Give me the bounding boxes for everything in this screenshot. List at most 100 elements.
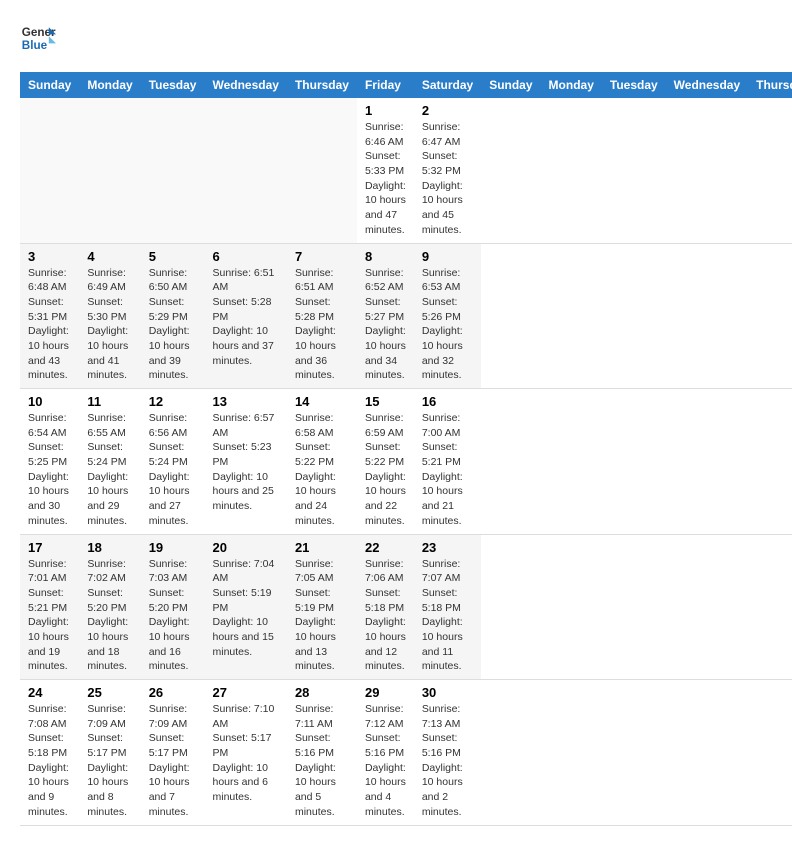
weekday-header-sunday: Sunday bbox=[481, 72, 540, 98]
day-info: Sunrise: 7:11 AM Sunset: 5:16 PM Dayligh… bbox=[295, 702, 349, 820]
calendar-cell bbox=[287, 98, 357, 243]
weekday-header-monday: Monday bbox=[79, 72, 140, 98]
svg-text:Blue: Blue bbox=[22, 39, 48, 52]
calendar-cell: 7 Sunrise: 6:51 AM Sunset: 5:28 PM Daylig… bbox=[287, 243, 357, 389]
calendar-cell: 1Sunrise: 6:46 AM Sunset: 5:33 PM Daylig… bbox=[357, 98, 414, 243]
day-info: Sunrise: 6:53 AM Sunset: 5:26 PM Dayligh… bbox=[422, 266, 473, 384]
calendar-week-1: 1Sunrise: 6:46 AM Sunset: 5:33 PM Daylig… bbox=[20, 98, 792, 243]
day-number: 11 bbox=[87, 394, 132, 409]
calendar-cell: 2Sunrise: 6:47 AM Sunset: 5:32 PM Daylig… bbox=[414, 98, 481, 243]
calendar-cell: 3 Sunrise: 6:48 AM Sunset: 5:31 PM Daylig… bbox=[20, 243, 79, 389]
weekday-header-wednesday: Wednesday bbox=[204, 72, 286, 98]
day-number: 29 bbox=[365, 685, 406, 700]
day-number: 6 bbox=[212, 249, 278, 264]
calendar-cell: 21 Sunrise: 7:05 AM Sunset: 5:19 PM Dayli… bbox=[287, 534, 357, 680]
calendar-cell: 28 Sunrise: 7:11 AM Sunset: 5:16 PM Dayli… bbox=[287, 680, 357, 826]
day-info: Sunrise: 6:58 AM Sunset: 5:22 PM Dayligh… bbox=[295, 411, 349, 529]
day-info: Sunrise: 6:51 AM Sunset: 5:28 PM Dayligh… bbox=[295, 266, 349, 384]
day-info: Sunrise: 6:46 AM Sunset: 5:33 PM Dayligh… bbox=[365, 120, 406, 238]
calendar-cell: 30 Sunrise: 7:13 AM Sunset: 5:16 PM Dayli… bbox=[414, 680, 481, 826]
day-info: Sunrise: 7:03 AM Sunset: 5:20 PM Dayligh… bbox=[149, 557, 197, 675]
day-info: Sunrise: 6:49 AM Sunset: 5:30 PM Dayligh… bbox=[87, 266, 132, 384]
day-info: Sunrise: 7:12 AM Sunset: 5:16 PM Dayligh… bbox=[365, 702, 406, 820]
weekday-header-saturday: Saturday bbox=[414, 72, 481, 98]
day-number: 14 bbox=[295, 394, 349, 409]
calendar-cell: 9Sunrise: 6:53 AM Sunset: 5:26 PM Daylig… bbox=[414, 243, 481, 389]
day-number: 15 bbox=[365, 394, 406, 409]
calendar-cell: 27 Sunrise: 7:10 AM Sunset: 5:17 PM Dayli… bbox=[204, 680, 286, 826]
weekday-header-thursday: Thursday bbox=[287, 72, 357, 98]
calendar-cell: 19 Sunrise: 7:03 AM Sunset: 5:20 PM Dayli… bbox=[141, 534, 205, 680]
day-info: Sunrise: 6:57 AM Sunset: 5:23 PM Dayligh… bbox=[212, 411, 278, 514]
calendar-cell: 15 Sunrise: 6:59 AM Sunset: 5:22 PM Dayli… bbox=[357, 389, 414, 535]
day-number: 27 bbox=[212, 685, 278, 700]
day-number: 3 bbox=[28, 249, 71, 264]
day-number: 24 bbox=[28, 685, 71, 700]
day-number: 10 bbox=[28, 394, 71, 409]
logo-icon: General Blue bbox=[20, 20, 56, 56]
day-info: Sunrise: 7:06 AM Sunset: 5:18 PM Dayligh… bbox=[365, 557, 406, 675]
day-info: Sunrise: 6:55 AM Sunset: 5:24 PM Dayligh… bbox=[87, 411, 132, 529]
calendar-header-row: SundayMondayTuesdayWednesdayThursdayFrid… bbox=[20, 72, 792, 98]
calendar-cell: 12Sunrise: 6:56 AM Sunset: 5:24 PM Dayli… bbox=[141, 389, 205, 535]
calendar-cell: 23 Sunrise: 7:07 AM Sunset: 5:18 PM Dayli… bbox=[414, 534, 481, 680]
calendar-cell: 6 Sunrise: 6:51 AM Sunset: 5:28 PM Daylig… bbox=[204, 243, 286, 389]
weekday-header-tuesday: Tuesday bbox=[602, 72, 666, 98]
calendar-week-3: 10Sunrise: 6:54 AM Sunset: 5:25 PM Dayli… bbox=[20, 389, 792, 535]
calendar-cell bbox=[141, 98, 205, 243]
day-info: Sunrise: 7:13 AM Sunset: 5:16 PM Dayligh… bbox=[422, 702, 473, 820]
day-number: 26 bbox=[149, 685, 197, 700]
calendar-cell bbox=[20, 98, 79, 243]
day-info: Sunrise: 6:50 AM Sunset: 5:29 PM Dayligh… bbox=[149, 266, 197, 384]
calendar-cell: 8Sunrise: 6:52 AM Sunset: 5:27 PM Daylig… bbox=[357, 243, 414, 389]
day-info: Sunrise: 7:05 AM Sunset: 5:19 PM Dayligh… bbox=[295, 557, 349, 675]
day-number: 12 bbox=[149, 394, 197, 409]
day-number: 17 bbox=[28, 540, 71, 555]
day-number: 30 bbox=[422, 685, 473, 700]
day-number: 25 bbox=[87, 685, 132, 700]
calendar-cell: 10Sunrise: 6:54 AM Sunset: 5:25 PM Dayli… bbox=[20, 389, 79, 535]
weekday-header-tuesday: Tuesday bbox=[141, 72, 205, 98]
calendar-cell: 5Sunrise: 6:50 AM Sunset: 5:29 PM Daylig… bbox=[141, 243, 205, 389]
day-info: Sunrise: 7:00 AM Sunset: 5:21 PM Dayligh… bbox=[422, 411, 473, 529]
day-info: Sunrise: 6:59 AM Sunset: 5:22 PM Dayligh… bbox=[365, 411, 406, 529]
logo: General Blue bbox=[20, 20, 56, 56]
calendar-cell: 13Sunrise: 6:57 AM Sunset: 5:23 PM Dayli… bbox=[204, 389, 286, 535]
day-info: Sunrise: 7:08 AM Sunset: 5:18 PM Dayligh… bbox=[28, 702, 71, 820]
weekday-header-monday: Monday bbox=[541, 72, 602, 98]
weekday-header-friday: Friday bbox=[357, 72, 414, 98]
calendar-cell: 20 Sunrise: 7:04 AM Sunset: 5:19 PM Dayli… bbox=[204, 534, 286, 680]
day-info: Sunrise: 7:01 AM Sunset: 5:21 PM Dayligh… bbox=[28, 557, 71, 675]
calendar-cell bbox=[79, 98, 140, 243]
calendar-cell: 24 Sunrise: 7:08 AM Sunset: 5:18 PM Dayli… bbox=[20, 680, 79, 826]
calendar-week-2: 3 Sunrise: 6:48 AM Sunset: 5:31 PM Daylig… bbox=[20, 243, 792, 389]
day-info: Sunrise: 7:02 AM Sunset: 5:20 PM Dayligh… bbox=[87, 557, 132, 675]
day-number: 28 bbox=[295, 685, 349, 700]
weekday-header-wednesday: Wednesday bbox=[666, 72, 748, 98]
calendar-cell: 26 Sunrise: 7:09 AM Sunset: 5:17 PM Dayli… bbox=[141, 680, 205, 826]
calendar-cell: 25 Sunrise: 7:09 AM Sunset: 5:17 PM Dayli… bbox=[79, 680, 140, 826]
day-number: 22 bbox=[365, 540, 406, 555]
day-number: 18 bbox=[87, 540, 132, 555]
calendar-cell: 17 Sunrise: 7:01 AM Sunset: 5:21 PM Dayli… bbox=[20, 534, 79, 680]
weekday-header-thursday: Thursday bbox=[748, 72, 792, 98]
day-info: Sunrise: 7:09 AM Sunset: 5:17 PM Dayligh… bbox=[149, 702, 197, 820]
calendar-table: SundayMondayTuesdayWednesdayThursdayFrid… bbox=[20, 72, 792, 826]
day-info: Sunrise: 6:51 AM Sunset: 5:28 PM Dayligh… bbox=[212, 266, 278, 369]
day-number: 23 bbox=[422, 540, 473, 555]
day-info: Sunrise: 7:09 AM Sunset: 5:17 PM Dayligh… bbox=[87, 702, 132, 820]
day-number: 20 bbox=[212, 540, 278, 555]
calendar-cell: 18 Sunrise: 7:02 AM Sunset: 5:20 PM Dayli… bbox=[79, 534, 140, 680]
calendar-cell: 22 Sunrise: 7:06 AM Sunset: 5:18 PM Dayli… bbox=[357, 534, 414, 680]
calendar-cell: 4Sunrise: 6:49 AM Sunset: 5:30 PM Daylig… bbox=[79, 243, 140, 389]
calendar-cell: 11 Sunrise: 6:55 AM Sunset: 5:24 PM Dayli… bbox=[79, 389, 140, 535]
day-number: 21 bbox=[295, 540, 349, 555]
day-info: Sunrise: 7:04 AM Sunset: 5:19 PM Dayligh… bbox=[212, 557, 278, 660]
day-number: 2 bbox=[422, 103, 473, 118]
day-info: Sunrise: 7:10 AM Sunset: 5:17 PM Dayligh… bbox=[212, 702, 278, 805]
day-info: Sunrise: 7:07 AM Sunset: 5:18 PM Dayligh… bbox=[422, 557, 473, 675]
day-info: Sunrise: 6:48 AM Sunset: 5:31 PM Dayligh… bbox=[28, 266, 71, 384]
calendar-week-4: 17 Sunrise: 7:01 AM Sunset: 5:21 PM Dayli… bbox=[20, 534, 792, 680]
day-number: 19 bbox=[149, 540, 197, 555]
day-number: 7 bbox=[295, 249, 349, 264]
